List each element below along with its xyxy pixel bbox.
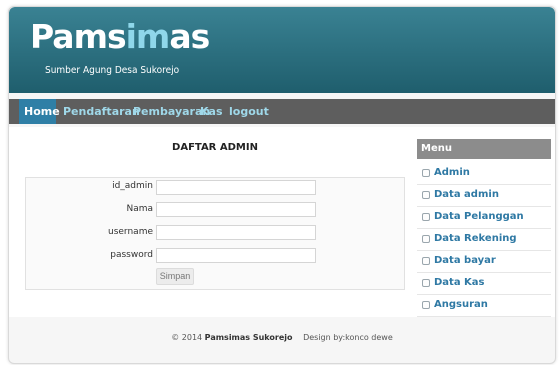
sidebar-item-label: Angsuran <box>434 299 488 310</box>
square-bullet-icon <box>422 235 430 243</box>
nav-pembayaran[interactable]: Pembayaran <box>128 99 210 124</box>
sidebar-item-label: Admin <box>434 167 470 178</box>
nav-logout[interactable]: logout <box>224 99 269 124</box>
square-bullet-icon <box>422 169 430 177</box>
sidebar-item-data-rekening[interactable]: Data Rekening <box>417 230 551 251</box>
sidebar-item-data-kas[interactable]: Data Kas <box>417 274 551 295</box>
sidebar-item-label: Data Kas <box>434 277 485 288</box>
password-input[interactable] <box>156 248 316 263</box>
nav-pendaftaran[interactable]: Pendaftaran <box>58 99 140 124</box>
nav-kas[interactable]: Kas <box>195 99 224 124</box>
site-header: Pamsimas Sumber Agung Desa Sukorejo <box>9 7 555 93</box>
square-bullet-icon <box>422 279 430 287</box>
footer-site-name: Pamsimas Sukorejo <box>204 333 293 342</box>
password-label: password <box>110 250 153 260</box>
sidebar-item-label: Data bayar <box>434 255 496 266</box>
sidebar-item-label: Data Pelanggan <box>434 211 524 222</box>
page-title: DAFTAR ADMIN <box>172 142 258 153</box>
sidebar-item-label: Data admin <box>434 189 499 200</box>
sidebar-item-label: Data Rekening <box>434 233 517 244</box>
copyright-text: © 2014 <box>171 333 203 342</box>
sidebar-item-data-pelanggan[interactable]: Data Pelanggan <box>417 208 551 229</box>
simpan-button[interactable]: Simpan <box>156 268 194 285</box>
nama-input[interactable] <box>156 202 316 217</box>
logo-text-part3: as <box>169 17 210 56</box>
design-credit: Design by:konco dewe <box>303 333 393 342</box>
content-area: DAFTAR ADMIN id_admin Nama username pass… <box>9 127 555 317</box>
square-bullet-icon <box>422 191 430 199</box>
site-tagline: Sumber Agung Desa Sukorejo <box>45 65 180 76</box>
admin-form: id_admin Nama username password Simpan <box>25 177 405 290</box>
sidebar-item-angsuran[interactable]: Angsuran <box>417 296 551 317</box>
page-frame: Pamsimas Sumber Agung Desa Sukorejo Home… <box>8 6 556 364</box>
username-input[interactable] <box>156 225 316 240</box>
sidebar-item-data-admin[interactable]: Data admin <box>417 186 551 207</box>
site-logo[interactable]: Pamsimas <box>30 17 210 56</box>
logo-text-part1: Pams <box>30 17 127 56</box>
sidebar-item-admin[interactable]: Admin <box>417 164 551 185</box>
id-admin-input[interactable] <box>156 180 316 195</box>
username-label: username <box>108 227 153 237</box>
logo-text-highlight: im <box>125 17 171 56</box>
square-bullet-icon <box>422 257 430 265</box>
square-bullet-icon <box>422 213 430 221</box>
sidebar-title: Menu <box>417 139 551 159</box>
main-nav: Home Pendaftaran Pembayaran Kas logout <box>9 99 555 124</box>
site-footer: © 2014 Pamsimas Sukorejo Design by:konco… <box>9 333 555 342</box>
nama-label: Nama <box>126 204 153 214</box>
square-bullet-icon <box>422 301 430 309</box>
sidebar-item-data-bayar[interactable]: Data bayar <box>417 252 551 273</box>
id-admin-label: id_admin <box>112 181 153 191</box>
nav-home[interactable]: Home <box>19 99 60 124</box>
